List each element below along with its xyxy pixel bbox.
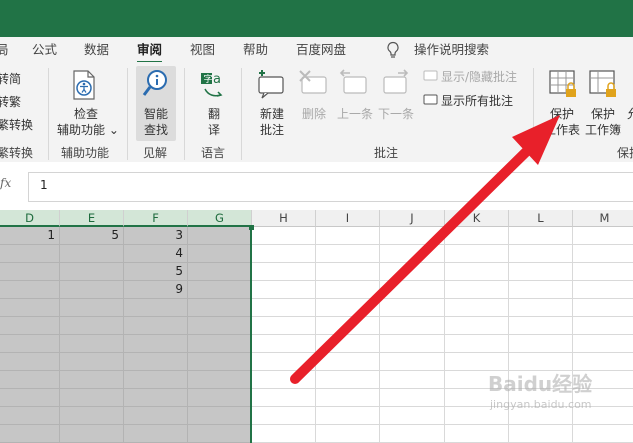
watermark-url: jingyan.baidu.com <box>490 398 592 411</box>
watermark-brand: Baidu经验 <box>488 372 593 396</box>
